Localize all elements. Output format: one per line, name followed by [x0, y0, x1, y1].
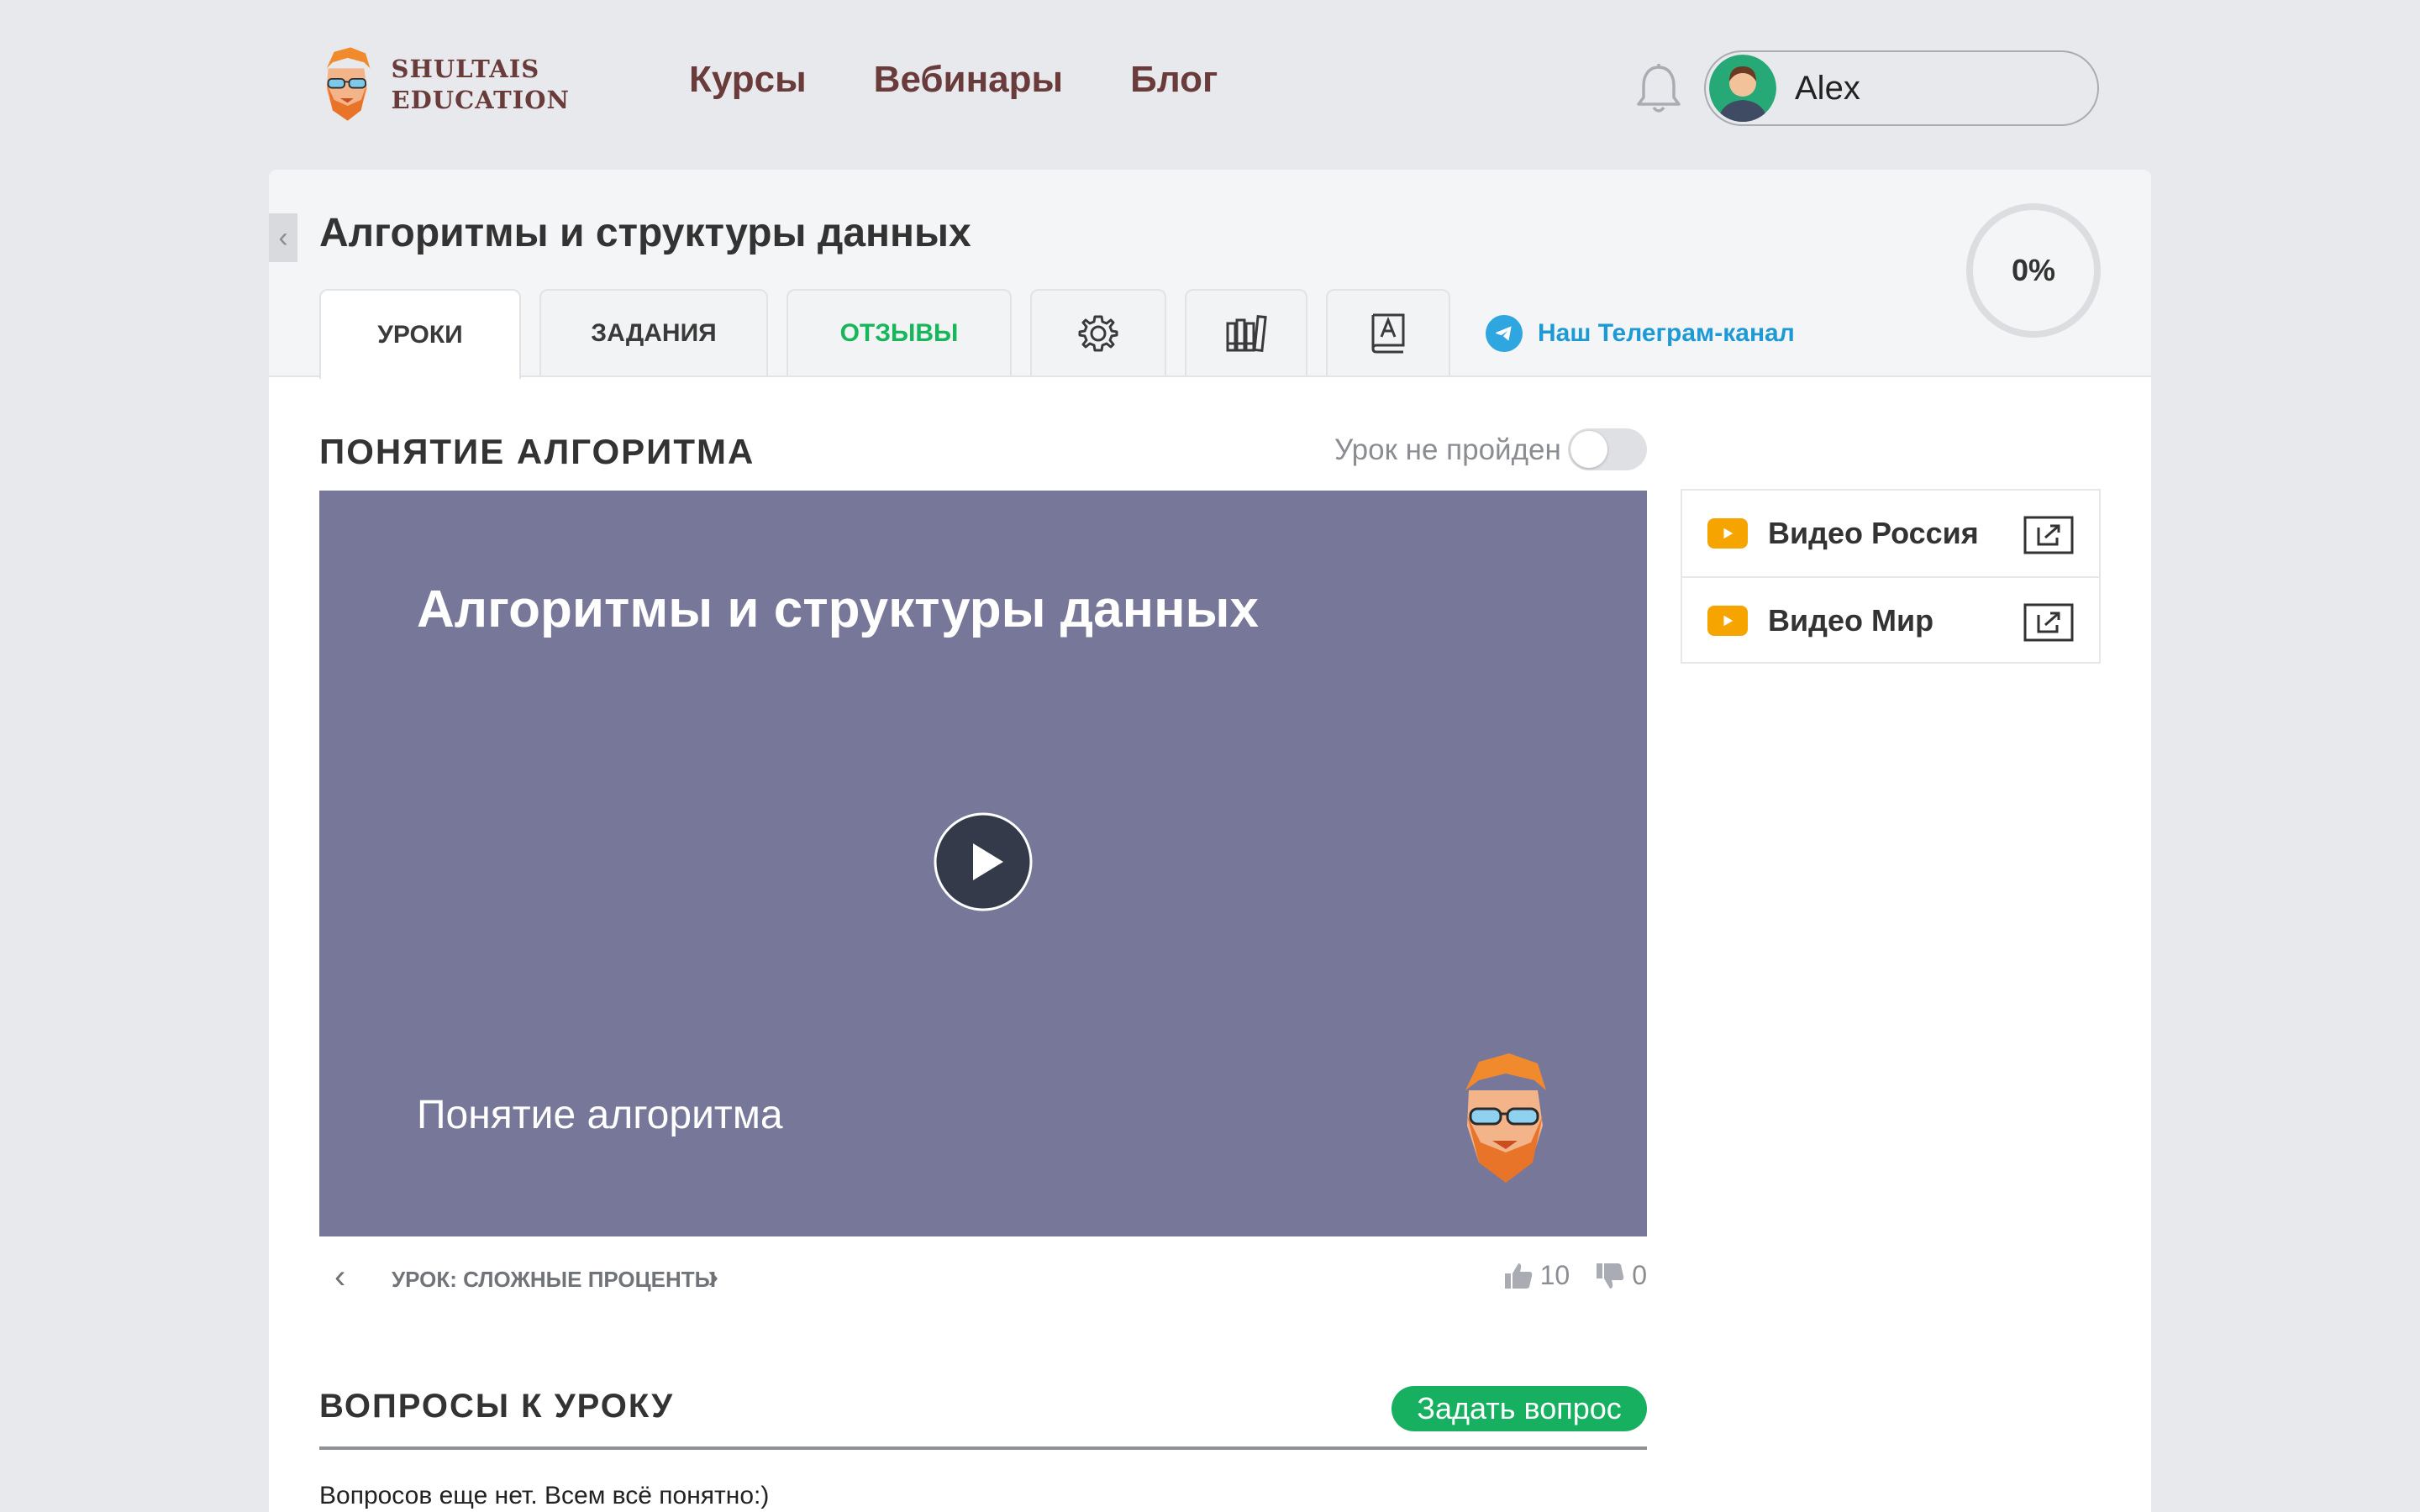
lesson-title: ПОНЯТИЕ АЛГОРИТМА — [319, 432, 755, 471]
brand-line-2: EDUCATION — [391, 86, 570, 114]
course-title: Алгоритмы и структуры данных — [319, 211, 971, 255]
user-menu[interactable]: Alex — [1704, 50, 2099, 126]
next-lesson-chevron-icon[interactable]: › — [708, 1258, 718, 1296]
youtube-icon — [1707, 518, 1748, 549]
mascot-icon — [1465, 1053, 1546, 1183]
course-progress-value: 0% — [2011, 253, 2056, 287]
logo-mascot-icon — [326, 47, 371, 121]
next-lesson-link[interactable]: УРОК: СЛОЖНЫЕ ПРОЦЕНТЫ — [392, 1267, 716, 1293]
brand-name: SHULTAIS EDUCATION — [392, 54, 570, 116]
course-tabs: УРОКИ ЗАДАНИЯ ОТЗЫВЫ Наш Телеграм-канал — [319, 289, 1795, 379]
lesson-status-label: Урок не пройден — [1334, 433, 1561, 466]
prev-lesson-chevron-icon[interactable]: ‹ — [334, 1258, 345, 1296]
nav-webinars[interactable]: Вебинары — [874, 59, 1063, 101]
avatar — [1709, 55, 1776, 122]
main-nav: Курсы Вебинары Блог — [689, 59, 1218, 101]
video-links-panel: Видео Россия Видео Мир — [1681, 489, 2101, 664]
toggle-knob — [1570, 431, 1607, 468]
questions-empty-text: Вопросов еще нет. Всем всё понятно:) — [319, 1482, 770, 1509]
books-icon — [1226, 314, 1267, 352]
course-card: ‹ Алгоритмы и структуры данных УРОКИ ЗАД… — [269, 170, 2151, 1512]
external-link-icon — [2023, 603, 2074, 642]
thumb-down-icon[interactable] — [1595, 1262, 1625, 1290]
tab-dictionary[interactable] — [1326, 289, 1450, 375]
lesson-rating: 10 0 — [1503, 1260, 1647, 1291]
youtube-icon — [1707, 606, 1748, 636]
questions-title: ВОПРОСЫ К УРОКУ — [319, 1388, 675, 1425]
ask-question-button[interactable]: Задать вопрос — [1392, 1386, 1647, 1431]
tab-library[interactable] — [1185, 289, 1307, 375]
brand-logo[interactable]: SHULTAIS EDUCATION — [318, 39, 570, 131]
chevron-left-icon: ‹ — [278, 221, 288, 254]
video-player[interactable]: Алгоритмы и структуры данных Понятие алг… — [319, 491, 1647, 1236]
collapse-sidebar-button[interactable]: ‹ — [269, 213, 297, 262]
nav-blog[interactable]: Блог — [1130, 59, 1218, 101]
telegram-label: Наш Телеграм-канал — [1538, 318, 1795, 347]
user-avatar-icon — [1709, 55, 1776, 122]
video-link-world[interactable]: Видео Мир — [1682, 578, 2099, 664]
nav-courses[interactable]: Курсы — [689, 59, 807, 101]
thumb-up-icon[interactable] — [1503, 1262, 1534, 1290]
tab-lessons[interactable]: УРОКИ — [319, 289, 521, 379]
questions-divider — [319, 1446, 1647, 1450]
tab-settings[interactable] — [1030, 289, 1166, 375]
video-subtitle: Понятие алгоритма — [417, 1093, 783, 1137]
dictionary-icon — [1371, 313, 1405, 353]
video-link-russia[interactable]: Видео Россия — [1682, 491, 2099, 578]
video-link-label: Видео Мир — [1768, 603, 1934, 638]
play-icon[interactable] — [933, 811, 1034, 912]
user-name: Alex — [1795, 69, 1860, 107]
bell-icon[interactable] — [1634, 62, 1684, 116]
site-header: SHULTAIS EDUCATION Курсы Вебинары Блог A… — [0, 0, 2420, 168]
gear-icon — [1078, 315, 1118, 351]
tab-tasks[interactable]: ЗАДАНИЯ — [539, 289, 768, 375]
external-link-icon — [2023, 516, 2074, 554]
dislikes-count: 0 — [1632, 1260, 1647, 1290]
video-link-label: Видео Россия — [1768, 516, 1979, 550]
brand-line-1: SHULTAIS — [391, 55, 540, 83]
telegram-icon — [1486, 314, 1523, 352]
telegram-link[interactable]: Наш Телеграм-канал — [1486, 289, 1795, 377]
likes-count: 10 — [1539, 1260, 1570, 1290]
lesson-navigation: ‹ УРОК: СЛОЖНЫЕ ПРОЦЕНТЫ › 10 0 — [319, 1253, 1647, 1304]
video-title: Алгоритмы и структуры данных — [417, 580, 1259, 638]
lesson-complete-toggle[interactable] — [1568, 428, 1647, 470]
course-header: ‹ Алгоритмы и структуры данных УРОКИ ЗАД… — [269, 170, 2151, 379]
tab-reviews[interactable]: ОТЗЫВЫ — [786, 289, 1012, 375]
